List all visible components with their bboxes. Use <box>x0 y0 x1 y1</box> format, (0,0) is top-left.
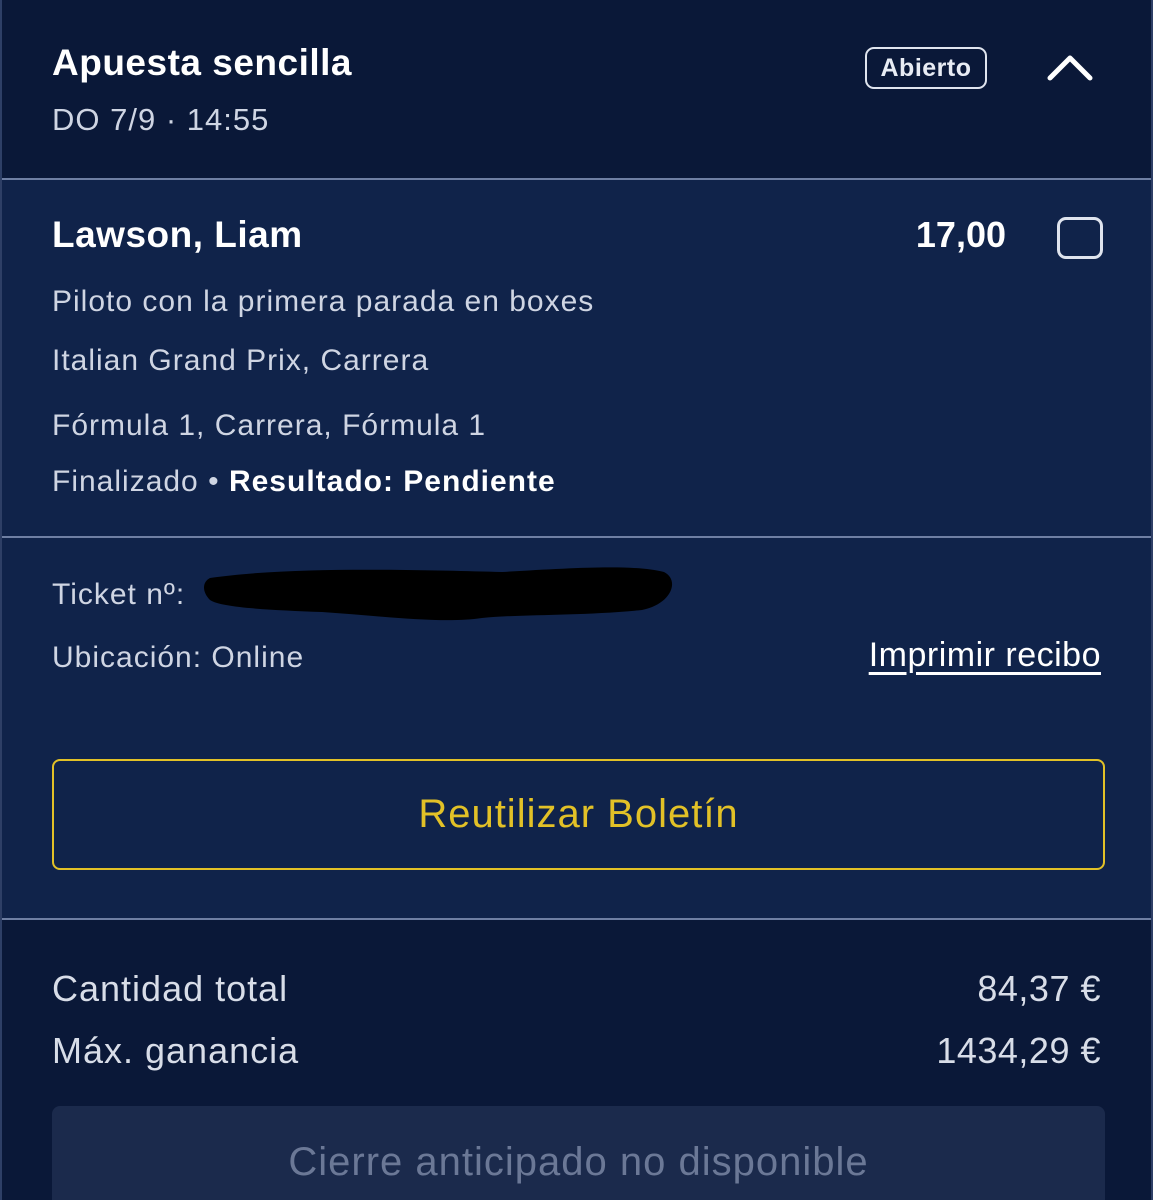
bet-card: Apuesta sencilla DO 7/9 · 14:55 Abierto … <box>0 0 1153 1200</box>
max-win-value: 1434,29 € <box>936 1030 1101 1071</box>
competition-name: Fórmula 1, Carrera, Fórmula 1 <box>52 409 487 442</box>
status-separator: • <box>208 465 220 498</box>
print-receipt-link[interactable]: Imprimir recibo <box>869 636 1101 675</box>
reuse-betslip-button[interactable]: Reutilizar Boletín <box>52 759 1105 870</box>
bet-date: DO 7/9 · 14:55 <box>52 102 270 137</box>
cashout-button: Cierre anticipado no disponible <box>52 1106 1105 1200</box>
selection-name: Lawson, Liam <box>52 214 303 255</box>
bet-type-title: Apuesta sencilla <box>52 42 353 83</box>
ticket-info: Ticket nº: Ubicación: Online Imprimir re… <box>2 538 1151 920</box>
max-win-label: Máx. ganancia <box>52 1030 300 1071</box>
total-stake-value: 84,37 € <box>977 968 1101 1009</box>
event-status-line: Finalizado • Resultado: Pendiente <box>52 465 556 499</box>
chevron-up-icon <box>1047 55 1093 81</box>
bet-totals: Cantidad total 84,37 € Máx. ganancia 143… <box>2 920 1151 1200</box>
ticket-number-label: Ticket nº: <box>52 578 186 611</box>
selection-checkbox[interactable] <box>1057 217 1103 259</box>
selection-odds: 17,00 <box>915 214 1006 255</box>
total-stake-label: Cantidad total <box>52 968 289 1009</box>
location-label: Ubicación: Online <box>52 641 305 674</box>
bet-header: Apuesta sencilla DO 7/9 · 14:55 Abierto <box>2 0 1151 180</box>
redaction-mark <box>204 567 673 621</box>
collapse-button[interactable] <box>1042 48 1098 88</box>
market-name: Piloto con la primera parada en boxes <box>52 285 595 318</box>
status-badge: Abierto <box>865 47 987 89</box>
selection-details: Lawson, Liam 17,00 Piloto con la primera… <box>2 180 1151 538</box>
event-status: Finalizado <box>52 465 199 498</box>
event-name: Italian Grand Prix, Carrera <box>52 344 430 377</box>
result-status: Resultado: Pendiente <box>228 465 556 498</box>
